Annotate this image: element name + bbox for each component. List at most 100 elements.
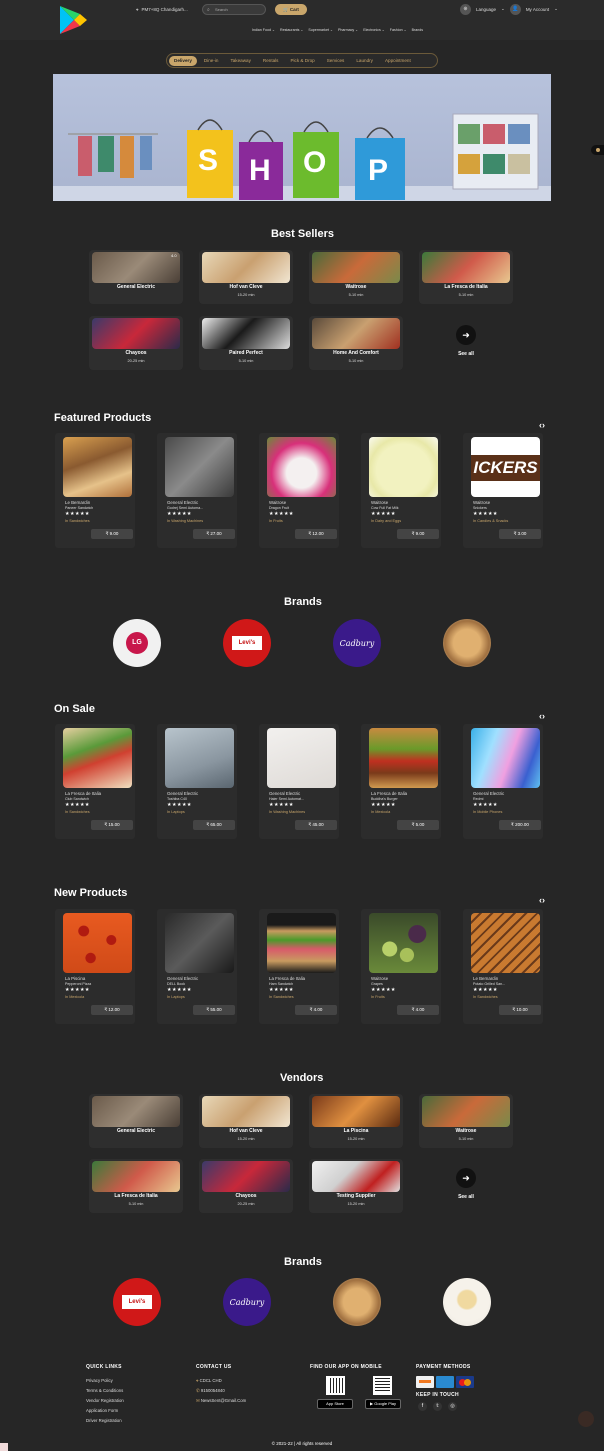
- price-button[interactable]: ₹ 3.00: [499, 529, 541, 539]
- store-card[interactable]: Waitrose 5-10 min: [419, 1094, 513, 1148]
- tab-services[interactable]: Services: [322, 56, 350, 66]
- nav-item[interactable]: Fashion ⌄: [390, 28, 407, 32]
- tab-laundry[interactable]: Laundry: [351, 56, 378, 66]
- nav-item[interactable]: Electronics ⌄: [363, 28, 385, 32]
- store-image: [202, 1161, 290, 1192]
- store-card[interactable]: Chayoos 20-25 min: [199, 1159, 293, 1213]
- see-all-button[interactable]: ➜ See all: [419, 316, 513, 370]
- product-card[interactable]: Le Bernardin Potato Grilled San... ★★★★★…: [463, 909, 543, 1024]
- price-button[interactable]: ₹ 15.00: [91, 820, 133, 830]
- store-card[interactable]: Waitrose 5-10 min: [309, 250, 403, 304]
- price-button[interactable]: ₹ 9.00: [91, 529, 133, 539]
- product-card[interactable]: La Piscina Pepperoni Pizza ★★★★★ In Mexi…: [55, 909, 135, 1024]
- contact-phone[interactable]: ✆ 9150054840: [196, 1388, 225, 1394]
- brand-dosa[interactable]: [443, 1278, 491, 1326]
- footer-link[interactable]: Privacy Policy: [86, 1378, 113, 1383]
- tab-delivery[interactable]: Delivery: [169, 55, 197, 66]
- nav-item[interactable]: Brands: [412, 28, 423, 32]
- tab-rentals[interactable]: Rentals: [258, 56, 284, 66]
- price-button[interactable]: ₹ 200.00: [499, 820, 541, 830]
- instagram-icon[interactable]: ◎: [448, 1402, 457, 1411]
- shop-banner[interactable]: S H O P: [53, 74, 551, 201]
- product-card[interactable]: General Electric Godrej Semi Automa... ★…: [157, 433, 237, 548]
- store-card[interactable]: Hof van Cleve 15-20 min: [199, 250, 293, 304]
- product-card[interactable]: La Fresca de Italia Club Sandwich ★★★★★ …: [55, 724, 135, 839]
- store-card[interactable]: Hof van Cleve 15-20 min: [199, 1094, 293, 1148]
- facebook-icon[interactable]: f: [418, 1402, 427, 1411]
- side-widget[interactable]: [591, 145, 604, 155]
- price-button[interactable]: ₹ 9.00: [397, 529, 439, 539]
- store-card[interactable]: Home And Comfort 5-10 min: [309, 316, 403, 370]
- tab-appointment[interactable]: Appointment: [380, 56, 416, 66]
- brand-levis[interactable]: Levi's: [113, 1278, 161, 1326]
- carousel-arrows[interactable]: ‹›: [539, 711, 545, 721]
- price-button[interactable]: ₹ 45.00: [295, 820, 337, 830]
- product-card[interactable]: Waitrose Cow Full Fat Milk ★★★★★ In Dair…: [361, 433, 441, 548]
- price-button[interactable]: ₹ 55.00: [193, 1005, 235, 1015]
- product-card[interactable]: General Electric DELL Book ★★★★★ In Lapt…: [157, 909, 237, 1024]
- price-button[interactable]: ₹ 12.00: [295, 529, 337, 539]
- tab-dine-in[interactable]: Dine-in: [199, 56, 224, 66]
- product-card[interactable]: General Electric Redmi ★★★★★ In Mobile P…: [463, 724, 543, 839]
- nav-item[interactable]: Indian Food ⌄: [252, 28, 275, 32]
- language-selector[interactable]: Language: [476, 7, 496, 12]
- tab-takeaway[interactable]: Takeaway: [225, 56, 255, 66]
- scroll-top-button[interactable]: [578, 1411, 594, 1427]
- footer-link[interactable]: Vendor Registration: [86, 1398, 124, 1403]
- price-button[interactable]: ₹ 4.00: [295, 1005, 337, 1015]
- cart-button[interactable]: 🛒 Cart: [275, 4, 307, 15]
- contact-email[interactable]: ✉ NewsSent@Gmail.Com: [196, 1398, 246, 1404]
- brand-lg[interactable]: LG: [113, 619, 161, 667]
- nav-item[interactable]: Restaurants ⌄: [280, 28, 303, 32]
- carousel-arrows[interactable]: ‹›: [539, 420, 545, 430]
- product-card[interactable]: Le Bernardin Paneer Sandwich ★★★★★ In Sa…: [55, 433, 135, 548]
- price-button[interactable]: ₹ 65.00: [193, 820, 235, 830]
- price-button[interactable]: ₹ 12.00: [91, 1005, 133, 1015]
- store-card[interactable]: Testing Suppiler 15-20 min: [309, 1159, 403, 1213]
- store-card[interactable]: La Fresca de Italia 5-10 min: [419, 250, 513, 304]
- product-card[interactable]: General Electric Toshiba C40 ★★★★★ In La…: [157, 724, 237, 839]
- account-menu[interactable]: My Account: [526, 7, 549, 12]
- price-button[interactable]: ₹ 10.00: [499, 1005, 541, 1015]
- brand-food[interactable]: [443, 619, 491, 667]
- nav-item[interactable]: Supermarket ⌄: [308, 28, 333, 32]
- store-card[interactable]: La Piscina 15-20 min: [309, 1094, 403, 1148]
- brand-cadbury[interactable]: Cadbury: [333, 619, 381, 667]
- app-store-badge[interactable]: App Store: [317, 1399, 353, 1409]
- see-all-button[interactable]: ➜ See all: [419, 1159, 513, 1213]
- price-button[interactable]: ₹ 27.00: [193, 529, 235, 539]
- brand-cadbury[interactable]: Cadbury: [223, 1278, 271, 1326]
- product-card[interactable]: La Fresca de Italia Ham Sandwich ★★★★★ I…: [259, 909, 339, 1024]
- chevron-right-icon[interactable]: ›: [542, 711, 545, 721]
- price-button[interactable]: ₹ 5.00: [397, 820, 439, 830]
- google-play-badge[interactable]: ▶ Google Play: [365, 1399, 401, 1409]
- footer-link[interactable]: Application Form: [86, 1408, 118, 1413]
- store-card[interactable]: 4.0 General Electric: [89, 250, 183, 304]
- store-card[interactable]: Chayoos 20-25 min: [89, 316, 183, 370]
- brand-food[interactable]: [333, 1278, 381, 1326]
- nav-item[interactable]: Pharmacy ⌄: [338, 28, 358, 32]
- app-logo[interactable]: [57, 4, 89, 36]
- price-button[interactable]: ₹ 4.00: [397, 1005, 439, 1015]
- globe-icon[interactable]: ⊕: [460, 3, 471, 15]
- footer-link[interactable]: Terms & Conditions: [86, 1388, 123, 1393]
- carousel-arrows[interactable]: ‹›: [539, 895, 545, 905]
- chevron-right-icon[interactable]: ›: [542, 420, 545, 430]
- brand-levis[interactable]: Levi's: [223, 619, 271, 667]
- chevron-right-icon[interactable]: ›: [542, 895, 545, 905]
- product-card[interactable]: General Electric Haier Semi Automat... ★…: [259, 724, 339, 839]
- product-card[interactable]: Waitrose Grapes ★★★★★ In Fruits ₹ 4.00: [361, 909, 441, 1024]
- store-time: 5-10 min: [458, 1137, 474, 1141]
- tab-pick-drop[interactable]: Pick & Drop: [285, 56, 319, 66]
- store-card[interactable]: La Fresca de Italia 5-10 min: [89, 1159, 183, 1213]
- product-card[interactable]: Waitrose Dragon Fruit ★★★★★ In Fruits ₹ …: [259, 433, 339, 548]
- twitter-icon[interactable]: 𝕥: [433, 1402, 442, 1411]
- user-icon[interactable]: 👤: [509, 3, 521, 15]
- search-input[interactable]: ⌕ Search: [202, 4, 266, 15]
- location-selector[interactable]: ⌖ PM7+8Q Chandigarh...: [136, 4, 188, 14]
- footer-link[interactable]: Driver Registration: [86, 1418, 122, 1423]
- product-card[interactable]: ICKERS Waitrose Snickers ★★★★★ In Candie…: [463, 433, 543, 548]
- store-card[interactable]: Paired Perfect 5-10 min: [199, 316, 293, 370]
- store-card[interactable]: General Electric: [89, 1094, 183, 1148]
- product-card[interactable]: La Fresca de Italia Buddha's Burger ★★★★…: [361, 724, 441, 839]
